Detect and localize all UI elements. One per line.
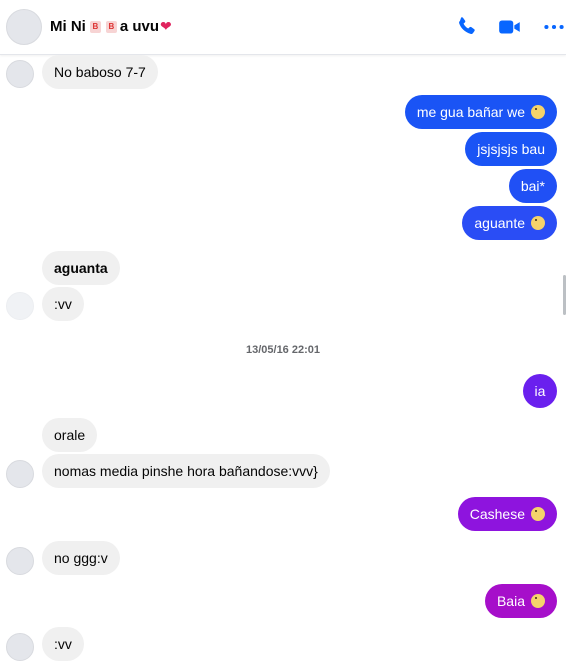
sender-avatar <box>6 460 34 488</box>
message-text: me gua bañar we <box>416 104 525 120</box>
message-bubble-incoming[interactable]: no ggg:v <box>42 541 120 575</box>
message-bubble-incoming[interactable]: nomas media pinshe hora bañandose:vvv} <box>42 454 330 488</box>
message-text: Cashese <box>469 506 525 522</box>
heart-icon: ❤ <box>160 18 172 34</box>
message-bubble-incoming[interactable]: :vv <box>42 627 84 661</box>
chat-title-text: Mi Ni <box>50 18 86 35</box>
pacman-emoji-icon <box>531 105 545 119</box>
message-bubble-incoming[interactable]: orale <box>42 418 98 452</box>
message-bubble-outgoing[interactable]: Baia <box>484 584 557 618</box>
message-bubble-outgoing[interactable]: aguante <box>462 206 557 240</box>
message-bubble-outgoing[interactable]: jsjsjsjs bau <box>465 132 557 166</box>
message-text: Baia <box>496 593 525 609</box>
message-bubble-incoming[interactable]: aguanta <box>42 251 120 285</box>
sender-avatar <box>6 547 34 575</box>
message-bubble-outgoing[interactable]: ia <box>523 374 557 408</box>
message-bubble-outgoing[interactable]: Cashese <box>457 497 557 531</box>
chat-title-suffix: a uvu <box>119 18 160 35</box>
sender-avatar <box>6 292 34 320</box>
contact-avatar[interactable] <box>6 9 42 45</box>
video-icon[interactable] <box>497 14 523 40</box>
pacman-emoji-icon <box>531 216 545 230</box>
message-text: aguante <box>474 215 525 231</box>
pacman-emoji-icon <box>531 507 545 521</box>
phone-icon[interactable] <box>454 14 480 40</box>
more-icon[interactable] <box>541 14 566 40</box>
message-timestamp: 13/05/16 22:01 <box>245 344 320 356</box>
sender-avatar <box>6 633 34 661</box>
message-bubble-outgoing[interactable]: me gua bañar we <box>404 95 557 129</box>
message-bubble-incoming[interactable]: No baboso 7-7 <box>42 55 158 89</box>
chat-title[interactable]: Mi Ni B B a uvu ❤ <box>50 18 172 35</box>
pacman-emoji-icon <box>531 594 545 608</box>
message-bubble-incoming[interactable]: :vv <box>42 287 84 321</box>
message-bubble-outgoing[interactable]: bai* <box>508 169 557 203</box>
chat-header: Mi Ni B B a uvu ❤ <box>0 0 566 55</box>
sender-avatar <box>6 60 34 88</box>
b-emoji-icon: B <box>89 20 101 33</box>
b-emoji-icon: B <box>105 20 117 33</box>
message-list[interactable]: No baboso 7-7 me gua bañar we jsjsjsjs b… <box>0 55 566 666</box>
